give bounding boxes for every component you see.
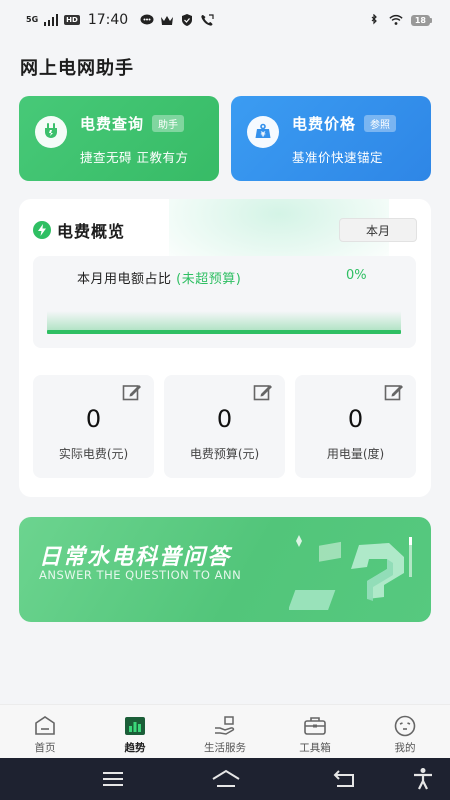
usage-label: 本月用电额占比 [77,272,172,287]
usage-progress-bar [47,311,401,335]
tab-label: 生活服务 [204,742,246,754]
home-nav-icon[interactable] [211,767,241,791]
usage-ratio-box: 本月用电额占比 (未超预算) 0% [33,256,416,348]
page-title: 网上电网助手 [20,58,134,79]
power-usage-stat[interactable]: 0 用电量(度) [295,375,416,478]
overview-header: 电费概览 [33,218,125,242]
actual-cost-stat[interactable]: 0 实际电费(元) [33,375,154,478]
status-time: 17:40 [87,12,129,28]
price-scale-icon: ¥ [247,116,279,148]
card-tag: 参照 [364,115,397,132]
hand-service-icon [215,716,235,735]
edit-icon[interactable] [253,383,273,401]
signal-bars-icon [44,14,59,26]
card-title-row: 电费价格 参照 [292,113,397,134]
usage-label-row: 本月用电额占比 (未超预算) [77,268,241,287]
profile-face-icon [394,715,416,737]
stat-label: 实际电费(元) [58,447,129,461]
qa-banner[interactable]: 日常水电科普问答 ANSWER THE QUESTION TO ANN [19,517,431,622]
lightning-icon [33,221,51,239]
usage-percent: 0% [346,268,367,283]
usage-bar-baseline [47,330,401,334]
hd-badge: HD [64,15,80,25]
edit-icon[interactable] [122,383,142,401]
battery-indicator: 18 [410,14,432,26]
card-tag: 助手 [152,115,185,132]
tab-life-services[interactable]: 生活服务 [180,705,270,758]
stat-value: 0 [347,405,364,433]
system-navigation-bar [0,758,450,800]
battery-tip [430,17,432,23]
stat-value: 0 [216,405,233,433]
tab-toolbox[interactable]: 工具箱 [270,705,360,758]
accessibility-icon[interactable] [410,767,436,791]
toolbox-icon [304,717,326,735]
tab-home[interactable]: 首页 [0,705,90,758]
stat-label: 用电量(度) [326,447,385,461]
stat-value: 0 [85,405,102,433]
tab-profile[interactable]: 我的 [360,705,450,758]
tab-label: 趋势 [124,742,146,754]
card-subtitle: 基准价快速锚定 [292,150,384,165]
tab-label: 工具箱 [299,742,331,754]
phone-call-icon [201,14,214,26]
card-subtitle: 捷查无碍 正教有方 [80,150,189,165]
tab-label: 首页 [34,742,56,754]
wifi-icon [389,14,403,25]
electricity-bill-query-card[interactable]: 电费查询 助手 捷查无碍 正教有方 [19,96,219,181]
question-mark-illustration [289,535,412,610]
message-icon [140,14,154,25]
plug-icon [35,116,67,148]
trend-chart-icon [125,717,145,735]
budget-stat[interactable]: 0 电费预算(元) [164,375,285,478]
usage-bar-gradient [47,311,401,331]
home-icon [35,716,55,735]
overview-title: 电费概览 [57,222,126,241]
banner-title: 日常水电科普问答 [39,545,232,570]
svg-text:¥: ¥ [261,131,266,139]
battery-level: 18 [410,14,430,26]
edit-icon[interactable] [384,383,404,401]
tab-trend[interactable]: 趋势 [90,705,180,758]
tab-label: 我的 [394,742,416,754]
crown-icon [161,16,174,25]
menu-icon[interactable] [100,767,126,791]
electricity-price-card[interactable]: ¥ 电费价格 参照 基准价快速锚定 [231,96,431,181]
bluetooth-icon [371,14,377,25]
bottom-tab-bar: 首页 趋势 生活服务 工具箱 我的 [0,704,450,758]
stat-label: 电费预算(元) [189,447,260,461]
card-title: 电费价格 [292,115,357,133]
shield-icon [182,14,193,26]
usage-status: (未超预算) [176,272,242,287]
banner-subtitle: ANSWER THE QUESTION TO ANN [39,568,242,582]
status-bar: 5G HD 17:40 18 [0,0,450,40]
back-icon[interactable] [331,767,357,791]
signal-indicator: 5G [26,15,39,24]
period-select-button[interactable]: 本月 [339,218,417,242]
card-title-row: 电费查询 助手 [80,113,185,134]
electricity-overview-panel: 电费概览 本月 本月用电额占比 (未超预算) 0% 0 实际电费(元) 0 电费… [19,199,431,497]
card-title: 电费查询 [80,115,145,133]
